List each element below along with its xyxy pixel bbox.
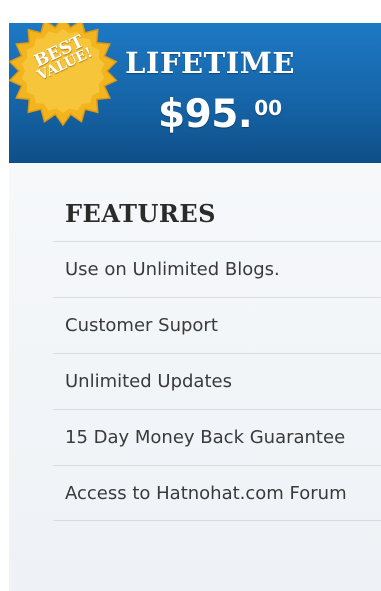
features-panel: FEATURES Use on Unlimited Blogs. Custome… [9,163,381,591]
feature-item-unlimited-updates: Unlimited Updates [53,353,381,409]
price-amount: $95. [158,92,253,137]
plan-name: LIFETIME [125,46,295,80]
feature-item-unlimited-blogs: Use on Unlimited Blogs. [53,241,381,297]
feature-item-money-back-guarantee: 15 Day Money Back Guarantee [53,409,381,465]
feature-item-customer-support: Customer Suport [53,297,381,353]
price-cents: 00 [254,96,283,120]
features-heading: FEATURES [65,199,216,228]
page: LIFETIME $95. 00 BEST VALUE! FEATURES Use… [0,0,381,591]
feature-list: Use on Unlimited Blogs. Customer Suport … [53,241,381,521]
pricing-card: LIFETIME $95. 00 BEST VALUE! FEATURES Use… [9,23,381,591]
feature-item-forum-access: Access to Hatnohat.com Forum [53,465,381,521]
plan-price: $95. 00 [158,95,282,134]
best-value-badge: BEST VALUE! [9,23,125,133]
